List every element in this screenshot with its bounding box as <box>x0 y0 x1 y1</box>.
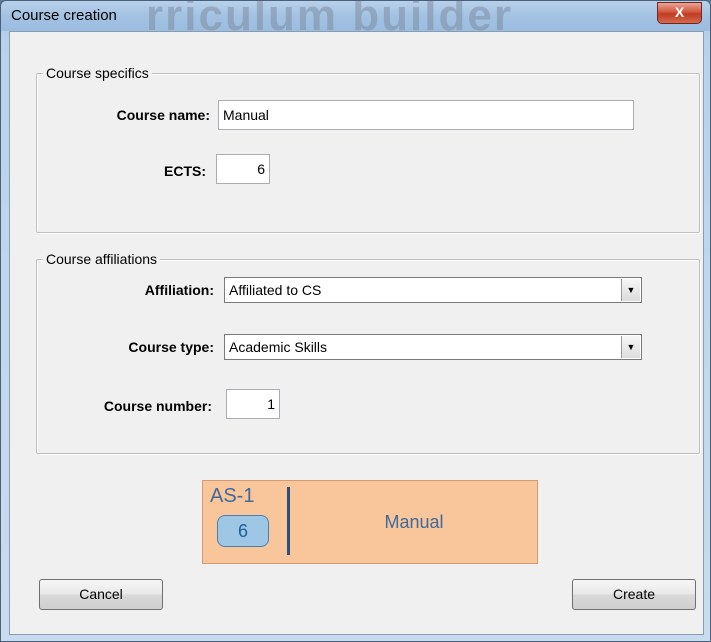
course-creation-window: rriculum builder Course creation X Cours… <box>0 0 711 642</box>
window-title: Course creation <box>11 7 117 24</box>
course-type-label: Course type: <box>128 339 214 355</box>
course-type-dropdown[interactable]: Academic Skills ▼ <box>224 334 642 360</box>
course-affiliations-legend: Course affiliations <box>43 251 161 267</box>
course-name-input[interactable]: Manual <box>218 100 634 130</box>
chevron-down-icon[interactable]: ▼ <box>621 279 640 301</box>
course-code: AS-1 <box>210 485 255 507</box>
create-button[interactable]: Create <box>572 579 696 610</box>
ects-badge: 6 <box>217 515 269 547</box>
course-specifics-legend: Course specifics <box>43 65 152 81</box>
title-bar[interactable]: rriculum builder Course creation X <box>1 1 710 40</box>
affiliation-label: Affiliation: <box>144 282 214 298</box>
chevron-down-icon[interactable]: ▼ <box>621 336 640 358</box>
course-type-selected-value: Academic Skills <box>229 339 328 355</box>
course-preview-name: Manual <box>384 512 444 532</box>
card-divider <box>287 487 290 555</box>
course-number-label: Course number: <box>103 398 212 414</box>
ects-input[interactable]: 6 <box>216 154 270 184</box>
course-name-label: Course name: <box>116 107 210 123</box>
cancel-button[interactable]: Cancel <box>39 579 163 610</box>
dialog-client-area: Course specifics Course name: Manual ECT… <box>9 31 704 635</box>
affiliation-dropdown[interactable]: Affiliated to CS ▼ <box>224 277 642 303</box>
affiliation-selected-value: Affiliated to CS <box>229 282 322 298</box>
close-button[interactable]: X <box>657 2 702 24</box>
course-number-input[interactable]: 1 <box>226 389 280 419</box>
course-preview-card: AS-1 6 Manual <box>202 480 538 564</box>
ects-label: ECTS: <box>164 163 206 179</box>
course-specifics-group: Course specifics <box>36 65 700 233</box>
close-icon: X <box>674 4 685 20</box>
